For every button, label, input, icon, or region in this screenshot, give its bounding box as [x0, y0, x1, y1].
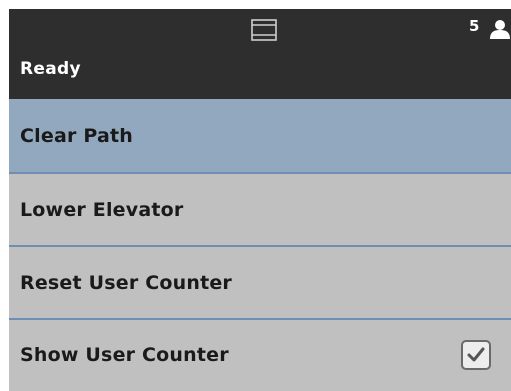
menu-item-label: Clear Path [20, 124, 133, 147]
device-screen: 5 Ready Clear Path Lower Elevator Reset … [9, 9, 511, 391]
menu-item-lower-elevator[interactable]: Lower Elevator [9, 174, 511, 247]
menu-item-clear-path[interactable]: Clear Path [9, 99, 511, 174]
checkmark-icon [467, 347, 485, 362]
menu-item-show-user-counter[interactable]: Show User Counter [9, 320, 511, 390]
menu-item-label: Show User Counter [20, 344, 229, 366]
scanner-icon [249, 17, 279, 43]
show-user-counter-checkbox[interactable] [461, 340, 491, 370]
menu-item-reset-user-counter[interactable]: Reset User Counter [9, 247, 511, 320]
menu-item-label: Lower Elevator [20, 198, 184, 221]
user-icon [489, 18, 511, 40]
menu-list: Clear Path Lower Elevator Reset User Cou… [9, 99, 511, 390]
user-count: 5 [469, 17, 480, 35]
status-bar: 5 Ready [9, 9, 511, 99]
status-title: Ready [20, 59, 81, 79]
menu-item-label: Reset User Counter [20, 271, 233, 294]
